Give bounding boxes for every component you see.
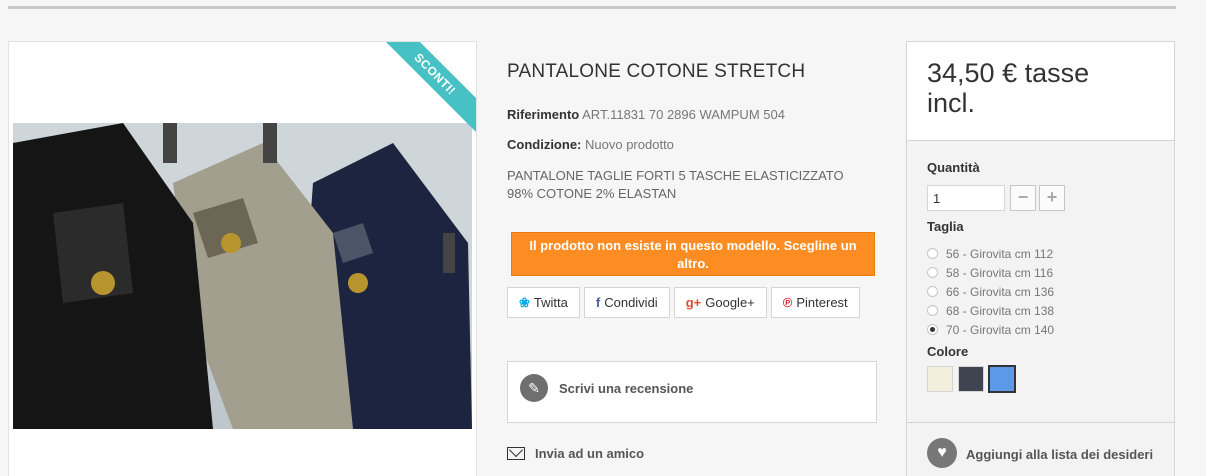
quantity-input[interactable] xyxy=(927,185,1005,211)
share-twitter-button[interactable]: ❀ Twitta xyxy=(507,287,580,318)
price-line: 34,50 € tasse xyxy=(927,58,1090,88)
sale-badge: SCONTI! xyxy=(373,42,476,136)
wishlist-link[interactable]: ♥ Aggiungi alla lista dei desideri xyxy=(907,422,1174,476)
size-options: 56 - Girovita cm 112 58 - Girovita cm 11… xyxy=(927,244,1054,339)
price-line: incl. xyxy=(927,88,976,118)
share-label: Twitta xyxy=(533,295,568,310)
color-swatches xyxy=(927,365,1016,393)
size-option-label: 58 - Girovita cm 116 xyxy=(946,265,1054,280)
reference-row: Riferimento ART.11831 70 2896 WAMPUM 504 xyxy=(507,107,785,122)
size-radio[interactable] xyxy=(927,305,938,316)
pencil-icon: ✎ xyxy=(520,374,548,402)
availability-alert: Il prodotto non esiste in questo modello… xyxy=(511,232,875,276)
size-option-label: 68 - Girovita cm 138 xyxy=(946,303,1055,318)
heart-icon: ♥ xyxy=(927,438,957,468)
product-photo[interactable] xyxy=(13,123,472,429)
pinterest-icon: ℗ xyxy=(782,295,793,310)
color-swatch-charcoal[interactable] xyxy=(958,366,984,392)
facebook-icon: f xyxy=(595,295,601,310)
size-radio[interactable] xyxy=(927,286,938,297)
size-option[interactable]: 56 - Girovita cm 112 xyxy=(927,244,1054,263)
reference-label: Riferimento xyxy=(507,107,580,122)
envelope-icon xyxy=(507,447,525,460)
reference-value: ART.11831 70 2896 WAMPUM 504 xyxy=(582,107,785,122)
price-box: 34,50 € tasse incl. xyxy=(907,42,1174,141)
product-price: 34,50 € tasse incl. xyxy=(927,58,1089,118)
share-facebook-button[interactable]: f Condividi xyxy=(583,287,670,318)
condition-value: Nuovo prodotto xyxy=(585,137,674,152)
color-swatch-blue[interactable] xyxy=(988,365,1016,393)
description-line: PANTALONE TAGLIE FORTI 5 TASCHE ELASTICI… xyxy=(507,168,844,183)
color-label: Colore xyxy=(927,344,969,359)
size-option[interactable]: 68 - Girovita cm 138 xyxy=(927,301,1054,320)
top-divider xyxy=(8,6,1176,9)
wishlist-label: Aggiungi alla lista dei desideri xyxy=(966,447,1154,462)
product-title: PANTALONE COTONE STRETCH xyxy=(507,61,806,82)
size-radio[interactable] xyxy=(927,267,938,278)
size-option-label: 70 - Girovita cm 140 xyxy=(946,322,1055,337)
buy-box: 34,50 € tasse incl. Quantità − + Taglia … xyxy=(906,41,1175,476)
write-review-link[interactable]: ✎ Scrivi una recensione xyxy=(507,361,877,423)
product-info: PANTALONE COTONE STRETCH Riferimento ART… xyxy=(507,41,877,476)
size-radio[interactable] xyxy=(927,248,938,259)
share-buttons: ❀ Twitta f Condividi g+ Google+ ℗ Pinter… xyxy=(507,287,860,318)
product-photo-art xyxy=(13,123,472,429)
quantity-label: Quantità xyxy=(927,160,980,175)
quantity-plus-button[interactable]: + xyxy=(1039,185,1065,211)
size-radio[interactable] xyxy=(927,324,938,335)
size-label: Taglia xyxy=(927,219,964,234)
size-option-label: 56 - Girovita cm 112 xyxy=(946,246,1054,261)
description-line: 98% COTONE 2% ELASTAN xyxy=(507,186,677,201)
twitter-icon: ❀ xyxy=(519,294,530,310)
google-plus-icon: g+ xyxy=(685,295,702,310)
share-label: Pinterest xyxy=(796,295,848,310)
product-image-container: SCONTI! xyxy=(8,41,477,476)
color-swatch-cream[interactable] xyxy=(927,366,953,392)
size-option[interactable]: 66 - Girovita cm 136 xyxy=(927,282,1054,301)
share-label: Condividi xyxy=(604,295,658,310)
share-pinterest-button[interactable]: ℗ Pinterest xyxy=(770,287,860,318)
condition-label: Condizione: xyxy=(507,137,582,152)
product-description: PANTALONE TAGLIE FORTI 5 TASCHE ELASTICI… xyxy=(507,167,877,203)
size-option[interactable]: 58 - Girovita cm 116 xyxy=(927,263,1054,282)
share-google-button[interactable]: g+ Google+ xyxy=(673,287,767,318)
quantity-minus-button[interactable]: − xyxy=(1010,185,1036,211)
size-option-label: 66 - Girovita cm 136 xyxy=(946,284,1055,299)
send-to-friend-label: Invia ad un amico xyxy=(535,446,645,461)
send-to-friend-link[interactable]: Invia ad un amico xyxy=(507,446,644,461)
size-option[interactable]: 70 - Girovita cm 140 xyxy=(927,320,1054,339)
share-label: Google+ xyxy=(705,295,755,310)
write-review-label: Scrivi una recensione xyxy=(559,381,694,396)
condition-row: Condizione: Nuovo prodotto xyxy=(507,137,674,152)
